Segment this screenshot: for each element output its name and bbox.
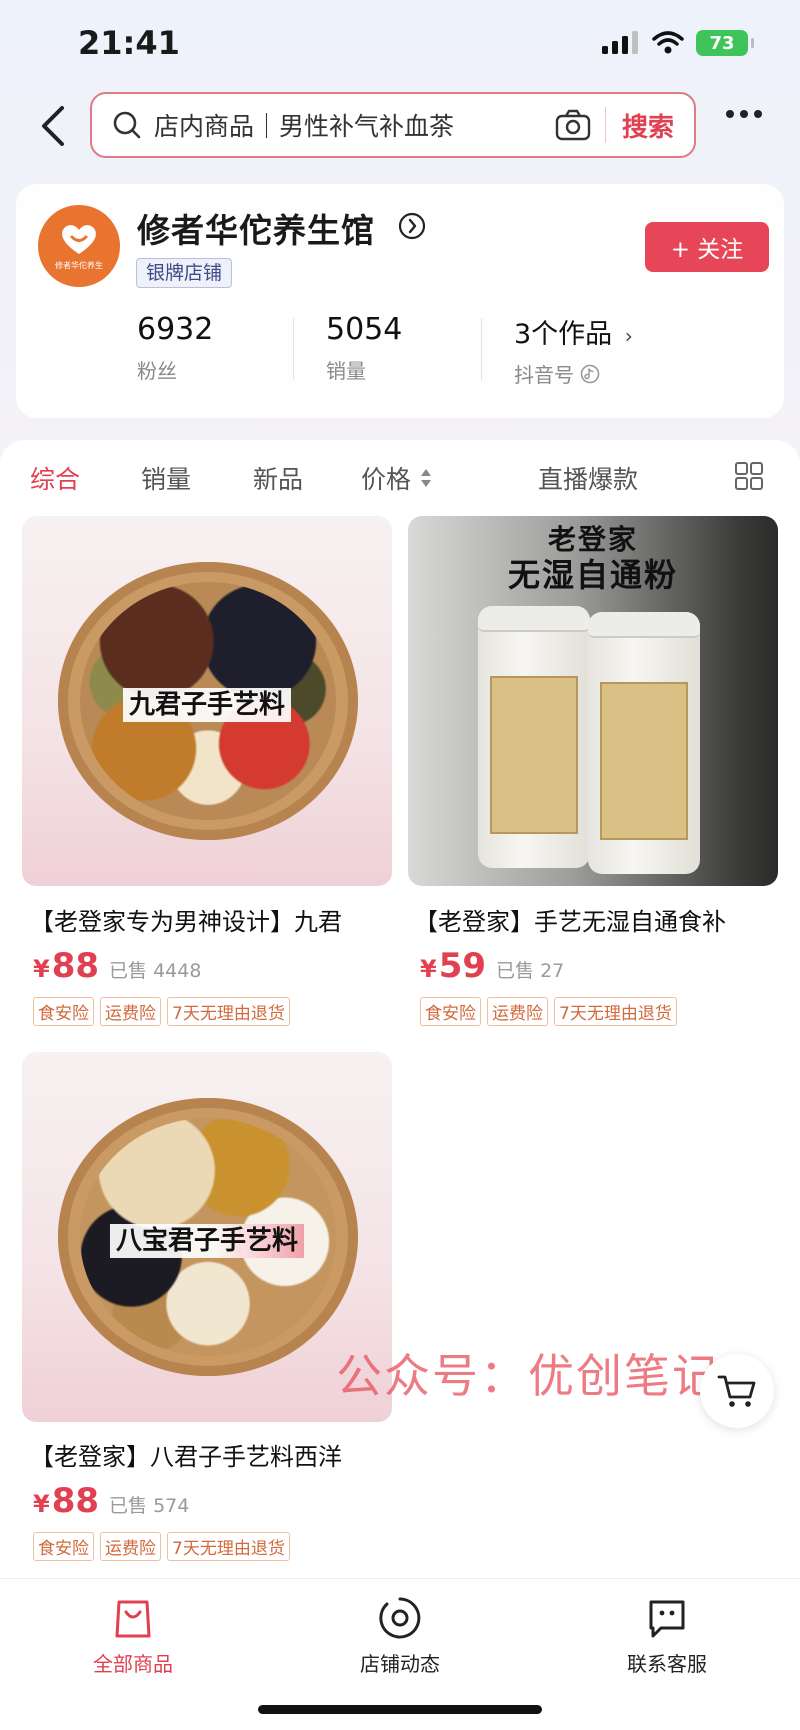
chevron-right-icon: › [624, 324, 633, 348]
product-price-row: ¥88 已售 574 [33, 1481, 189, 1521]
signal-icon [602, 31, 638, 54]
cart-icon [717, 1375, 756, 1407]
status-time: 21:41 [78, 24, 180, 62]
product-tags: 食安险 运费险 7天无理由退货 [420, 997, 677, 1026]
camera-lens-icon [379, 1597, 421, 1639]
tab-sales[interactable]: 销量 [141, 460, 191, 496]
search-input[interactable]: 店内商品｜男性补气补血茶 [154, 107, 555, 143]
more-options-icon[interactable] [726, 110, 762, 118]
currency-symbol: ¥ [33, 1490, 50, 1518]
product-image-label: 无湿自通粉 [507, 556, 678, 594]
home-indicator [258, 1705, 542, 1714]
watermark-text: 公众号：优创笔记 [336, 1349, 720, 1403]
search-bar[interactable]: 店内商品｜男性补气补血茶 搜索 [90, 92, 696, 158]
back-arrow-icon[interactable] [36, 104, 70, 148]
price-value: 59 [438, 946, 487, 986]
tag-7day-return: 7天无理由退货 [167, 1532, 290, 1561]
jar-image [588, 612, 700, 874]
product-price: ¥88 [33, 946, 99, 986]
search-divider [604, 107, 606, 143]
tag-food-insurance: 食安险 [420, 997, 481, 1026]
battery-level: 73 [709, 32, 735, 54]
tab-price[interactable]: 价格 [361, 460, 433, 496]
tag-shipping-insurance: 运费险 [487, 997, 548, 1026]
sort-arrows-icon [421, 469, 432, 487]
douyin-icon [580, 364, 600, 383]
product-price: ¥88 [33, 1481, 99, 1521]
product-image[interactable]: 老登家 无湿自通粉 [408, 516, 778, 886]
stat-value: 6932 [137, 312, 214, 347]
camera-icon[interactable] [555, 109, 591, 141]
search-button[interactable]: 搜索 [622, 107, 674, 144]
tag-food-insurance: 食安险 [33, 1532, 94, 1561]
tab-new[interactable]: 新品 [253, 460, 303, 496]
chat-bubble-icon [649, 1600, 685, 1638]
jar-image [478, 606, 590, 868]
wifi-icon [652, 31, 684, 54]
bag-icon [115, 1600, 151, 1638]
store-logo[interactable]: 修者华佗养生 [38, 205, 120, 287]
stat-value: 5054 [326, 312, 403, 347]
price-value: 88 [51, 946, 100, 986]
product-image-label: 九君子手艺料 [122, 688, 291, 722]
product-tags: 食安险 运费险 7天无理由退货 [33, 1532, 290, 1561]
stat-sales: 5054 销量 [326, 312, 402, 384]
stat-value: 3个作品 [514, 319, 613, 350]
logo-text: 修者华佗养生 [55, 260, 103, 270]
nav-label: 店铺动态 [360, 1652, 440, 1676]
stat-label: 抖音号 [514, 363, 574, 387]
search-icon [113, 111, 141, 139]
nav-label: 联系客服 [627, 1652, 707, 1676]
tag-shipping-insurance: 运费险 [100, 1532, 161, 1561]
cart-button[interactable] [700, 1354, 774, 1428]
status-indicators: 73 [602, 30, 754, 56]
tag-7day-return: 7天无理由退货 [167, 997, 290, 1026]
nav-label: 全部商品 [93, 1652, 173, 1676]
store-name[interactable]: 修者华佗养生馆 [137, 204, 375, 252]
chevron-right-circle-icon[interactable] [398, 212, 426, 240]
nav-store-updates[interactable]: 店铺动态 [330, 1596, 470, 1677]
product-tags: 食安险 运费险 7天无理由退货 [33, 997, 290, 1026]
sold-count: 已售 574 [109, 1495, 190, 1517]
grid-view-icon[interactable] [734, 461, 764, 491]
tag-shipping-insurance: 运费险 [100, 997, 161, 1026]
tag-food-insurance: 食安险 [33, 997, 94, 1026]
product-title[interactable]: 【老登家专为男神设计】九君 [30, 902, 342, 937]
product-title[interactable]: 【老登家】手艺无湿自通食补 [414, 902, 726, 937]
stat-divider [293, 318, 294, 380]
tab-comprehensive[interactable]: 综合 [30, 460, 80, 496]
follow-button[interactable]: + 关注 [645, 222, 769, 272]
stat-label: 粉丝 [137, 359, 177, 383]
nav-customer-service[interactable]: 联系客服 [597, 1596, 737, 1677]
battery-icon: 73 [696, 30, 754, 56]
product-image-label: 八宝君子手艺料 [109, 1224, 304, 1258]
tab-price-label: 价格 [361, 465, 412, 494]
nav-all-products[interactable]: 全部商品 [63, 1596, 203, 1677]
product-image[interactable]: 九君子手艺料 [22, 516, 392, 886]
stat-works[interactable]: 3个作品 › 抖音号 [514, 312, 633, 388]
currency-symbol: ¥ [420, 955, 437, 983]
tab-live-hits[interactable]: 直播爆款 [538, 460, 638, 496]
price-value: 88 [51, 1481, 100, 1521]
heart-smile-icon [62, 224, 96, 254]
stat-label: 销量 [326, 359, 366, 383]
store-level-badge: 银牌店铺 [136, 258, 233, 288]
stat-fans[interactable]: 6932 粉丝 [137, 312, 213, 384]
product-price-row: ¥59 已售 27 [420, 946, 564, 986]
product-price-row: ¥88 已售 4448 [33, 946, 201, 986]
tag-7day-return: 7天无理由退货 [554, 997, 677, 1026]
sold-count: 已售 27 [496, 960, 565, 982]
product-price: ¥59 [420, 946, 486, 986]
stat-divider [481, 318, 482, 380]
sold-count: 已售 4448 [109, 960, 202, 982]
product-title[interactable]: 【老登家】八君子手艺料西洋 [30, 1437, 342, 1472]
currency-symbol: ¥ [33, 955, 50, 983]
